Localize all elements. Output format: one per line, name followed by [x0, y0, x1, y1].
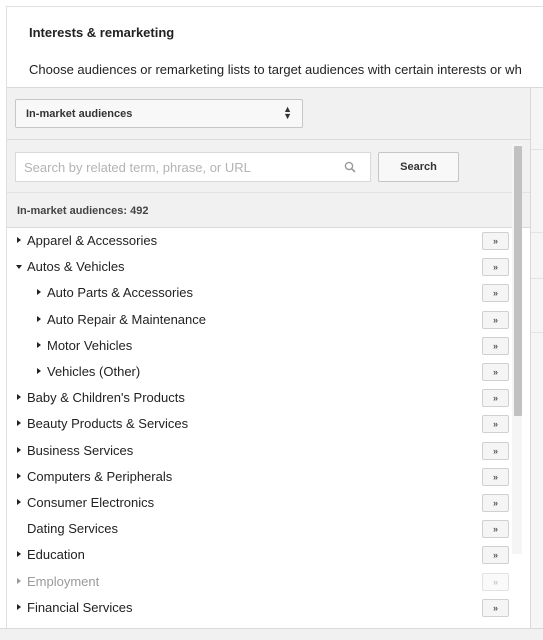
add-audience-button[interactable]: » — [482, 572, 509, 591]
triangle-right-icon[interactable] — [37, 289, 41, 296]
list-item-label: Beauty Products & Services — [27, 416, 189, 432]
audience-type-selected: In-market audiences — [26, 108, 133, 120]
triangle-down-icon[interactable] — [16, 265, 22, 270]
add-audience-button[interactable]: » — [482, 363, 509, 381]
add-audience-button[interactable]: » — [482, 415, 509, 434]
triangle-right-icon[interactable] — [17, 446, 21, 453]
list-item-label: Auto Parts & Accessories — [47, 285, 193, 301]
list-item-label: Business Services — [27, 442, 134, 458]
list-item-label: Computers & Peripherals — [27, 468, 173, 484]
list-item[interactable]: Computers & Peripherals » — [7, 464, 517, 490]
audience-browser: In-market audiences ▲▼ Search In-market … — [7, 87, 531, 640]
list-item-label: Auto Repair & Maintenance — [47, 311, 206, 327]
triangle-right-icon[interactable] — [17, 551, 21, 558]
list-item[interactable]: Vehicles (Other) » — [7, 359, 517, 385]
list-item[interactable]: Education » — [7, 542, 517, 568]
add-audience-button[interactable]: » — [482, 546, 509, 565]
list-item-label: Consumer Electronics — [27, 495, 155, 510]
add-audience-button[interactable]: » — [482, 598, 509, 617]
list-item-label: Financial Services — [27, 599, 133, 615]
list-item[interactable]: Beauty Products & Services » — [7, 411, 517, 437]
triangle-right-icon[interactable] — [17, 577, 21, 584]
triangle-right-icon[interactable] — [17, 394, 21, 401]
up-down-chevron-icon: ▲ ▼ — [283, 104, 292, 121]
list-item[interactable]: Financial Services » — [7, 595, 517, 621]
list-item-label: Employment — [27, 573, 100, 589]
add-audience-button[interactable]: » — [482, 258, 509, 277]
list-item[interactable]: Business Services » — [7, 438, 517, 464]
list-item-label: Dating Services — [27, 521, 119, 537]
list-item[interactable]: Consumer Electronics » — [7, 490, 517, 516]
list-item[interactable]: Auto Repair & Maintenance » — [7, 307, 517, 333]
add-audience-button[interactable]: » — [482, 494, 509, 512]
section-description: Choose audiences or remarketing lists to… — [29, 62, 522, 77]
search-input[interactable] — [24, 159, 324, 175]
list-item-label: Education — [27, 547, 85, 563]
list-item[interactable]: Auto Parts & Accessories » — [7, 280, 517, 306]
selected-panel-edge — [531, 87, 543, 640]
search-button[interactable]: Search — [378, 152, 459, 182]
triangle-right-icon[interactable] — [37, 341, 41, 348]
list-item-label: Autos & Vehicles — [27, 259, 125, 275]
add-audience-button[interactable]: » — [482, 389, 509, 408]
list-item[interactable]: Dating Services » — [7, 516, 517, 542]
list-scrollbar-thumb[interactable] — [514, 146, 522, 416]
add-audience-button[interactable]: » — [482, 310, 509, 329]
audience-count: In-market audiences: 492 — [7, 192, 530, 228]
search-field[interactable] — [15, 152, 371, 182]
list-item-label: Motor Vehicles — [47, 337, 133, 353]
triangle-right-icon[interactable] — [17, 237, 21, 243]
list-item[interactable]: Baby & Children's Products » — [7, 385, 517, 411]
triangle-right-icon[interactable] — [17, 499, 21, 505]
add-audience-button[interactable]: » — [482, 441, 509, 460]
search-row: Search — [7, 140, 530, 192]
list-item[interactable]: Employment » — [7, 569, 517, 595]
audience-list: Apparel & Accessories» Autos & Vehicles» A… — [7, 228, 530, 628]
audience-type-select[interactable]: In-market audiences ▲ ▼ — [15, 99, 303, 128]
audience-select-row: In-market audiences ▲ ▼ — [7, 88, 530, 140]
add-audience-button[interactable]: » — [482, 520, 509, 539]
magnifier-icon — [344, 161, 356, 173]
interests-remarketing-panel: Interests & remarketing Choose audiences… — [6, 6, 543, 640]
list-item[interactable]: Autos & Vehicles » — [7, 254, 517, 280]
add-audience-button[interactable]: » — [482, 232, 509, 250]
triangle-right-icon[interactable] — [37, 368, 41, 374]
triangle-right-icon[interactable] — [17, 420, 21, 427]
section-title: Interests & remarketing — [29, 25, 175, 40]
list-item-label: Vehicles (Other) — [47, 364, 141, 379]
add-audience-button[interactable]: » — [482, 336, 509, 355]
add-audience-button[interactable]: » — [482, 284, 509, 303]
bottom-bar — [0, 628, 543, 640]
triangle-right-icon[interactable] — [17, 603, 21, 610]
triangle-right-icon[interactable] — [17, 472, 21, 479]
list-item[interactable]: Apparel & Accessories » — [7, 228, 517, 254]
list-item-label: Apparel & Accessories — [27, 233, 158, 248]
list-item-label: Baby & Children's Products — [27, 390, 185, 406]
add-audience-button[interactable]: » — [482, 467, 509, 486]
triangle-right-icon[interactable] — [37, 315, 41, 322]
list-item[interactable]: Motor Vehicles » — [7, 333, 517, 359]
